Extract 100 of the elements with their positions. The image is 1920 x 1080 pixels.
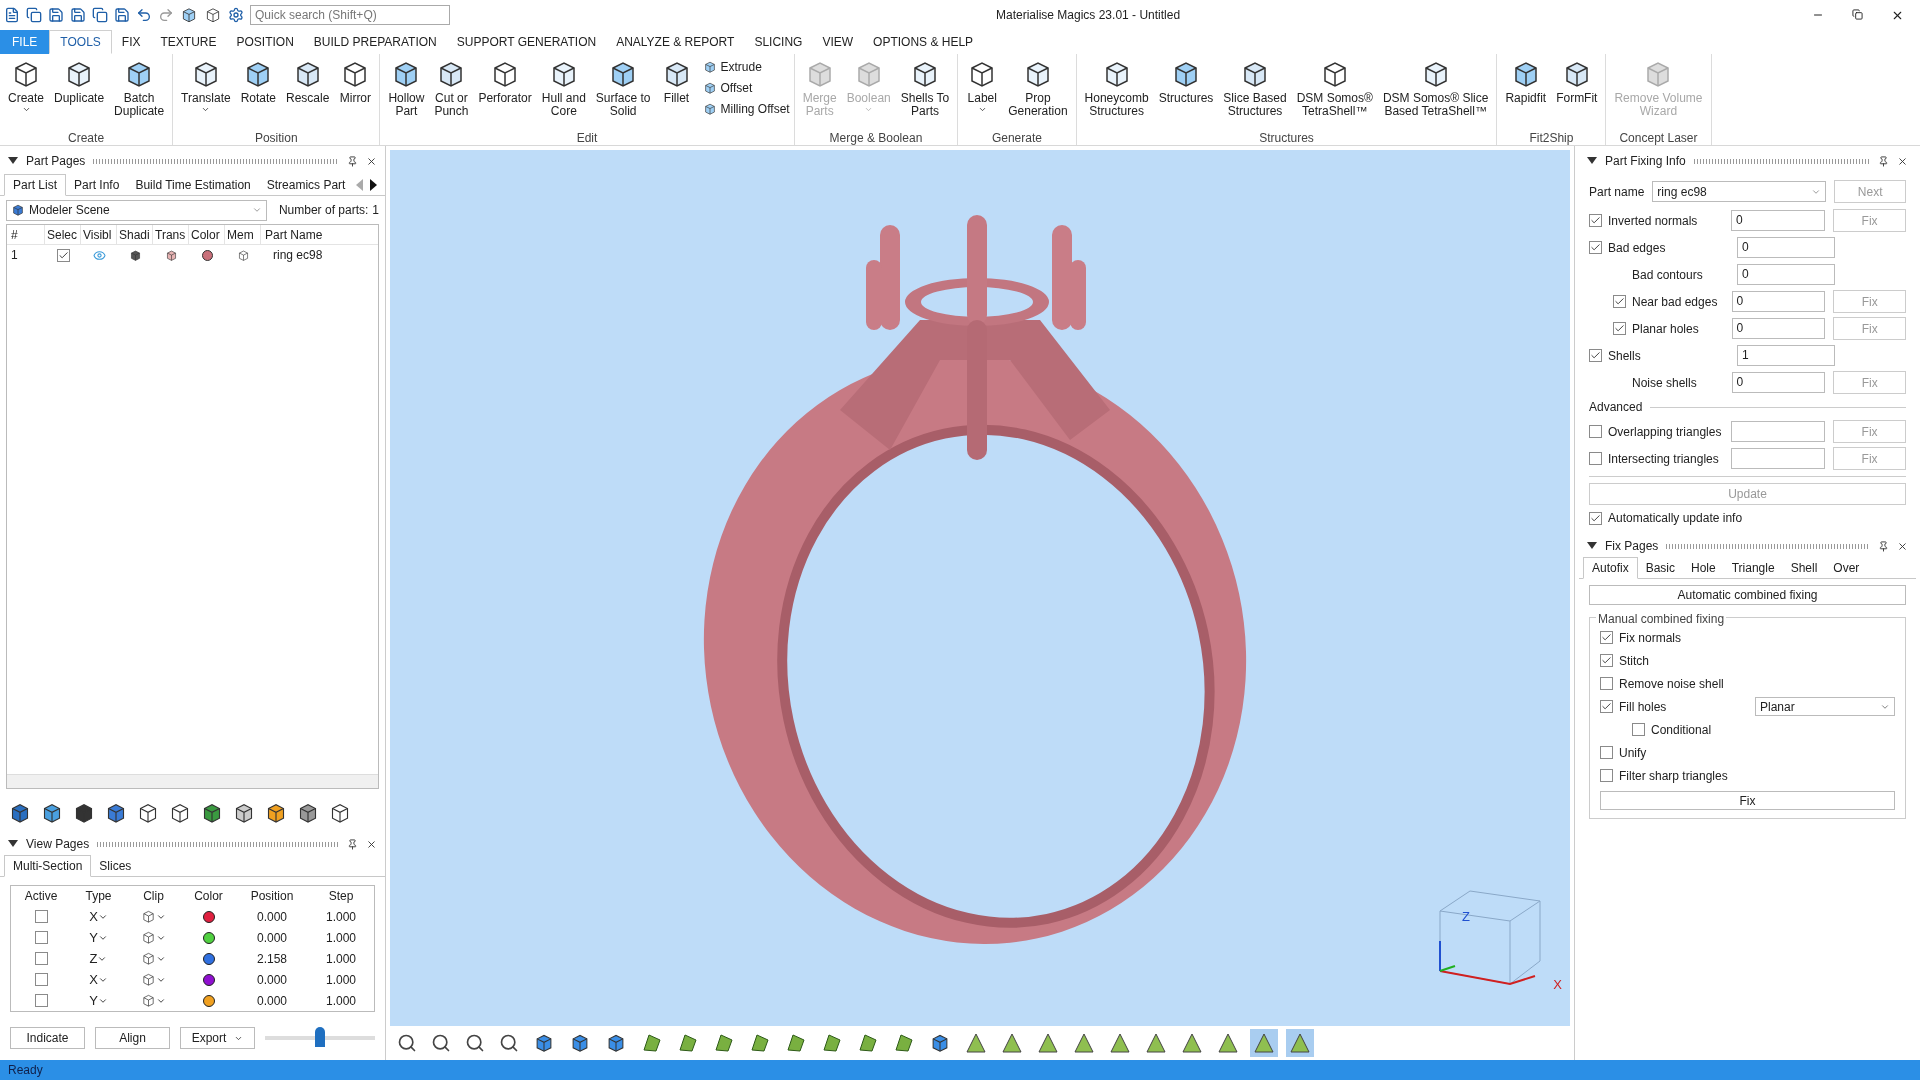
toolbar-icon[interactable] [114, 7, 130, 23]
value-field[interactable]: 0 [1737, 264, 1835, 285]
column-header[interactable]: Mem [225, 225, 261, 244]
value-field[interactable]: 0 [1731, 291, 1826, 312]
checkbox[interactable] [1600, 700, 1613, 713]
ribbon-button[interactable]: Duplicate [50, 58, 109, 105]
close-icon[interactable] [1897, 540, 1908, 552]
checkbox[interactable] [34, 931, 48, 944]
column-header[interactable]: Trans [153, 225, 189, 244]
restore-icon[interactable] [1852, 8, 1863, 20]
checkbox[interactable] [1600, 746, 1613, 759]
ribbon-button[interactable]: Slice Based Structures [1219, 58, 1291, 118]
ribbon-button[interactable]: Rescale [282, 58, 334, 105]
menu-tab[interactable]: ANALYZE & REPORT [606, 30, 745, 54]
slider-thumb[interactable] [315, 1027, 325, 1047]
viewport[interactable]: Z X [390, 150, 1570, 1026]
axis-select[interactable]: Y [89, 927, 108, 948]
horizontal-scrollbar[interactable] [7, 774, 378, 788]
ribbon-button[interactable]: Fillet [656, 58, 697, 105]
checkbox[interactable] [34, 973, 48, 986]
checkbox[interactable] [1589, 511, 1602, 525]
panel-tab[interactable]: Part List [4, 174, 66, 196]
panel-tab[interactable]: Slices [91, 856, 140, 876]
fix-button[interactable]: Fix [1600, 791, 1895, 810]
panel-tab[interactable]: Hole [1683, 558, 1724, 578]
settings-icon[interactable] [228, 7, 244, 23]
axis-select[interactable]: Y [89, 990, 108, 1011]
ribbon-button[interactable]: Honeycomb Structures [1080, 58, 1153, 118]
redo-icon[interactable] [158, 7, 174, 23]
ribbon-button[interactable]: Batch Duplicate [110, 58, 169, 118]
value-field[interactable]: 0 [1737, 237, 1835, 258]
checkbox[interactable] [1632, 723, 1645, 736]
pin-icon[interactable] [347, 838, 358, 850]
menu-tab[interactable]: TOOLS [49, 30, 112, 54]
toolbar-icon[interactable] [92, 7, 108, 23]
axis-select[interactable]: Z [89, 948, 108, 969]
panel-tab[interactable]: Streamics Part [258, 175, 354, 195]
ribbon-button[interactable]: DSM Somos® TetraShell™ [1292, 58, 1377, 118]
ribbon-button[interactable]: Hollow Part [384, 58, 429, 118]
checkbox[interactable] [1600, 631, 1613, 644]
menu-tab[interactable]: SUPPORT GENERATION [446, 30, 607, 54]
pin-icon[interactable] [347, 155, 358, 167]
checkbox[interactable] [1589, 214, 1602, 227]
undo-icon[interactable] [136, 7, 152, 23]
scene-select[interactable]: Modeler Scene [6, 199, 267, 221]
collapse-icon[interactable] [8, 840, 18, 848]
column-header[interactable]: Color [189, 225, 225, 244]
ribbon-button[interactable]: FormFit [1552, 58, 1602, 105]
panel-tab[interactable]: Basic [1637, 558, 1684, 578]
ribbon-button[interactable]: Hull and Core [537, 58, 590, 118]
value-field[interactable]: 0 [1731, 372, 1826, 393]
ribbon-button[interactable]: Surface to Solid [591, 58, 655, 118]
action-button[interactable]: Align [95, 1027, 170, 1049]
collapse-icon[interactable] [1587, 542, 1597, 550]
column-header[interactable]: Shadi [117, 225, 153, 244]
ribbon-button[interactable]: Rapidfit [1501, 58, 1551, 105]
column-header[interactable]: Visibl [81, 225, 117, 244]
mode-select[interactable]: Planar [1755, 697, 1895, 716]
ribbon-button[interactable]: Offset [702, 79, 790, 97]
close-icon[interactable] [366, 838, 377, 850]
column-header[interactable]: Selec [45, 225, 81, 244]
ribbon-button[interactable]: Structures [1154, 58, 1218, 105]
part-select[interactable]: ring ec98 [1652, 181, 1827, 202]
axis-select[interactable]: X [89, 969, 108, 990]
close-icon[interactable] [366, 155, 377, 167]
ribbon-button[interactable]: Cut or Punch [430, 58, 473, 118]
pin-icon[interactable] [1878, 540, 1889, 552]
ribbon-button[interactable]: Extrude [702, 58, 790, 76]
panel-tab[interactable]: Multi-Section [4, 855, 92, 877]
value-field[interactable] [1730, 448, 1826, 469]
checkbox[interactable] [34, 952, 48, 965]
toolbar-icon[interactable] [48, 7, 64, 23]
ribbon-button[interactable]: Perforator [474, 58, 536, 105]
checkbox[interactable] [1600, 677, 1613, 690]
column-header[interactable]: Part Name [261, 225, 378, 244]
menu-tab[interactable]: VIEW [812, 30, 864, 54]
ribbon-button[interactable]: Create [4, 58, 49, 114]
column-header[interactable]: # [7, 225, 45, 244]
panel-tab[interactable]: Triangle [1723, 558, 1783, 578]
export-button[interactable]: Export [180, 1027, 255, 1049]
ribbon-button[interactable]: Milling Offset [702, 100, 790, 118]
menu-tab[interactable]: FIX [111, 30, 151, 54]
value-field[interactable]: 1 [1737, 345, 1835, 366]
pin-icon[interactable] [1878, 155, 1889, 167]
checkbox[interactable] [1613, 322, 1626, 335]
axis-select[interactable]: X [89, 906, 108, 927]
value-field[interactable]: 0 [1730, 210, 1826, 231]
checkbox[interactable] [56, 248, 70, 262]
checkbox[interactable] [1589, 425, 1602, 438]
checkbox[interactable] [1589, 349, 1602, 362]
automatic-fix-button[interactable]: Automatic combined fixing [1589, 585, 1906, 605]
checkbox[interactable] [1600, 769, 1613, 782]
checkbox[interactable] [34, 994, 48, 1007]
ribbon-button[interactable]: DSM Somos® Slice Based TetraShell™ [1378, 58, 1493, 118]
checkbox[interactable] [1589, 241, 1602, 254]
checkbox[interactable] [34, 910, 48, 923]
panel-tab[interactable]: Over [1825, 558, 1868, 578]
checkbox[interactable] [1600, 654, 1613, 667]
menu-tab[interactable]: BUILD PREPARATION [303, 30, 447, 54]
eye-icon[interactable] [92, 248, 106, 262]
